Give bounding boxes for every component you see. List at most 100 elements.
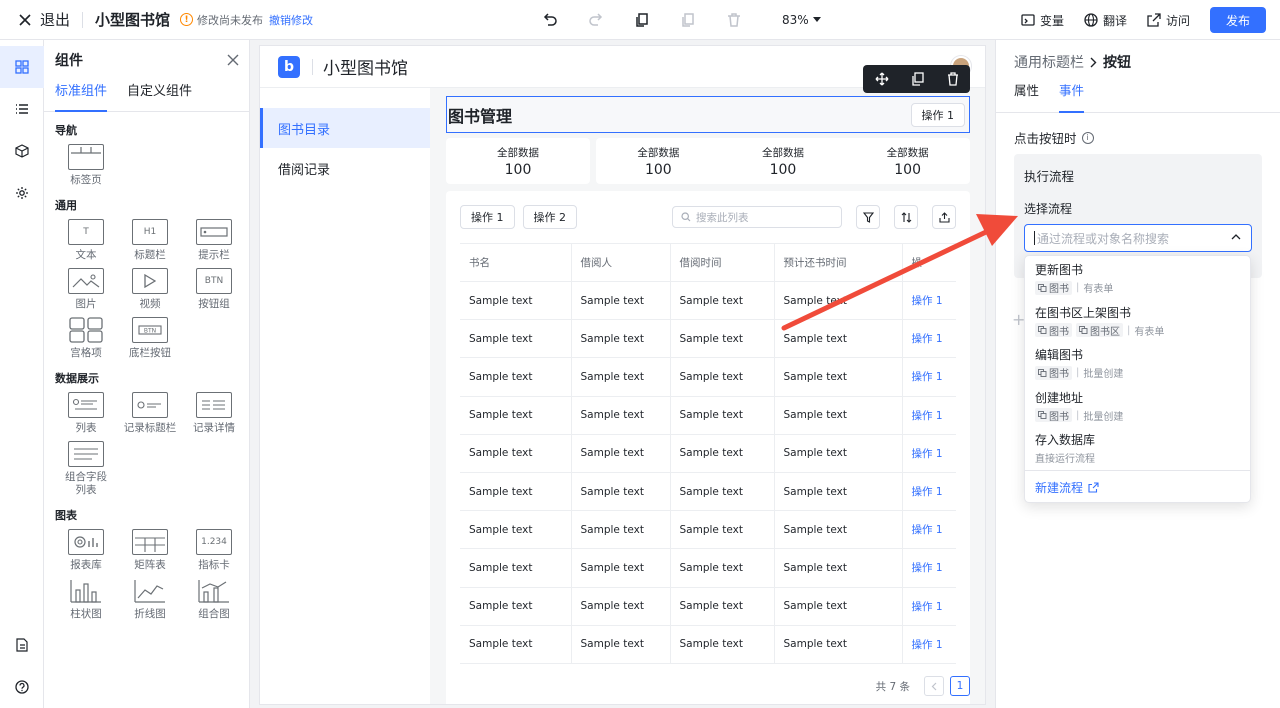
filter-icon[interactable] <box>856 205 880 229</box>
breadcrumb-parent[interactable]: 通用标题栏 <box>1014 52 1084 72</box>
component-title-bar[interactable]: H1 标题栏 <box>119 219 181 262</box>
component-metric-card[interactable]: 1.234 指标卡 <box>183 529 245 572</box>
table-row[interactable]: Sample text Sample text Sample text Sample … <box>460 281 956 321</box>
flow-option[interactable]: 编辑图书 图书 | 批量创建 <box>1025 341 1250 384</box>
column-header[interactable]: 借阅时间 <box>670 243 775 282</box>
table-row[interactable]: Sample text Sample text Sample text Sample … <box>460 357 956 397</box>
flow-option-name: 在图书区上架图书 <box>1035 305 1132 320</box>
undo-icon[interactable] <box>536 6 564 34</box>
row-action-link[interactable]: 操作 1 <box>902 434 956 473</box>
table-row[interactable]: Sample text Sample text Sample text Sample … <box>460 625 956 664</box>
table-cell: Sample text <box>460 396 572 435</box>
column-header[interactable]: 书名 <box>460 243 572 282</box>
row-action-link[interactable]: 操作 1 <box>902 587 956 626</box>
object-tag-label: 图书 <box>1049 326 1069 338</box>
component-grid-item[interactable]: 宫格项 <box>55 317 117 360</box>
row-action-link[interactable]: 操作 1 <box>902 625 956 664</box>
rail-docs[interactable] <box>0 624 44 666</box>
rail-outline[interactable] <box>0 88 44 130</box>
table-row[interactable]: Sample text Sample text Sample text Sample … <box>460 472 956 512</box>
zoom-select[interactable]: 83% <box>782 13 821 27</box>
redo-icon[interactable] <box>582 6 610 34</box>
component-button-group[interactable]: BTN 按钮组 <box>183 268 245 311</box>
variables-button[interactable]: 变量 <box>1021 12 1064 29</box>
table-cell: Sample text <box>774 625 903 664</box>
rail-settings[interactable] <box>0 172 44 214</box>
delete-icon[interactable] <box>720 6 748 34</box>
component-combined-field-list[interactable]: 组合字段 列表 <box>55 441 117 497</box>
component-text[interactable]: T 文本 <box>55 219 117 262</box>
tab-standard-components[interactable]: 标准组件 <box>55 80 108 112</box>
component-bottom-button[interactable]: BTN 底栏按钮 <box>119 317 181 360</box>
list-search-input[interactable]: 搜索此列表 <box>672 206 842 228</box>
component-list[interactable]: 列表 <box>55 392 117 435</box>
selected-title-bar[interactable]: 图书管理 操作 1 <box>446 96 970 133</box>
component-matrix-table[interactable]: 矩阵表 <box>119 529 181 572</box>
component-image[interactable]: 图片 <box>55 268 117 311</box>
close-icon[interactable] <box>227 54 239 66</box>
page-number-button[interactable]: 1 <box>950 676 970 696</box>
row-action-link[interactable]: 操作 1 <box>902 319 956 359</box>
translate-button[interactable]: 翻译 <box>1084 12 1127 29</box>
table-row[interactable]: Sample text Sample text Sample text Sample … <box>460 396 956 435</box>
component-record-title-bar[interactable]: 记录标题栏 <box>119 392 181 435</box>
duplicate-icon[interactable] <box>674 6 702 34</box>
visit-button[interactable]: 访问 <box>1147 12 1190 29</box>
table-row[interactable]: Sample text Sample text Sample text Sample … <box>460 434 956 473</box>
tab-events[interactable]: 事件 <box>1059 80 1085 113</box>
flow-search-input[interactable]: 通过流程或对象名称搜索 <box>1024 224 1252 252</box>
flow-option[interactable]: 在图书区上架图书图书 图书区 | 有表单 <box>1025 299 1250 342</box>
delete-icon[interactable] <box>947 72 959 86</box>
prev-page-button[interactable] <box>924 676 944 696</box>
tab-properties[interactable]: 属性 <box>1014 80 1039 112</box>
title-action-button[interactable]: 操作 1 <box>910 102 965 127</box>
table-row[interactable]: Sample text Sample text Sample text Sample … <box>460 510 956 550</box>
column-header[interactable]: 借阅人 <box>571 243 671 282</box>
move-icon[interactable] <box>875 72 889 86</box>
row-action-link[interactable]: 操作 1 <box>902 396 956 435</box>
heading-icon: H1 <box>132 219 168 245</box>
gear-icon <box>16 187 28 199</box>
line-chart-icon <box>132 578 168 604</box>
info-icon[interactable]: i <box>1081 131 1094 144</box>
flow-option[interactable]: 存入数据库 直接运行流程 <box>1025 426 1250 469</box>
row-action-link[interactable]: 操作 1 <box>902 510 956 550</box>
component-bar-chart[interactable]: 柱状图 <box>55 578 117 621</box>
list-action-1-button[interactable]: 操作 1 <box>460 205 515 229</box>
component-tip-bar[interactable]: 提示栏 <box>183 219 245 262</box>
rail-data[interactable] <box>0 130 44 172</box>
new-flow-link[interactable]: 新建流程 <box>1025 471 1250 504</box>
export-icon[interactable] <box>932 205 956 229</box>
nav-item-book-catalog[interactable]: 图书目录 <box>260 108 430 148</box>
nav-item-borrow-records[interactable]: 借阅记录 <box>260 148 430 188</box>
copy-icon[interactable] <box>628 6 656 34</box>
table-row[interactable]: Sample text Sample text Sample text Sample … <box>460 548 956 588</box>
rail-help[interactable] <box>0 666 44 708</box>
component-record-detail[interactable]: 记录详情 <box>183 392 245 435</box>
tab-custom-components[interactable]: 自定义组件 <box>127 80 192 111</box>
exit-button[interactable]: 退出 <box>18 9 70 30</box>
table-row[interactable]: Sample text Sample text Sample text Sample … <box>460 587 956 626</box>
object-tag-label: 图书 <box>1049 284 1069 295</box>
flow-option[interactable]: 创建地址 图书 | 批量创建 <box>1025 384 1250 427</box>
flow-option-meta: 图书 图书区 | 有表单 <box>1035 323 1240 338</box>
component-line-chart[interactable]: 折线图 <box>119 578 181 621</box>
flow-option[interactable]: 更新图书 图书 | 有表单 <box>1025 256 1250 299</box>
undo-changes-link[interactable]: 撤销修改 <box>269 12 313 28</box>
component-report-library[interactable]: 报表库 <box>55 529 117 572</box>
publish-button[interactable]: 发布 <box>1210 7 1266 33</box>
column-header[interactable]: 预计还书时间 <box>774 243 903 282</box>
row-action-link[interactable]: 操作 1 <box>902 548 956 588</box>
row-action-link[interactable]: 操作 1 <box>902 281 956 321</box>
component-tabs[interactable]: 标签页 <box>55 144 117 187</box>
copy-icon[interactable] <box>911 72 924 86</box>
table-row[interactable]: Sample text Sample text Sample text Sample … <box>460 319 956 359</box>
sort-icon[interactable] <box>894 205 918 229</box>
column-header[interactable]: 操 <box>902 243 956 282</box>
list-action-2-button[interactable]: 操作 2 <box>522 205 577 229</box>
component-video[interactable]: 视频 <box>119 268 181 311</box>
row-action-link[interactable]: 操作 1 <box>902 472 956 512</box>
row-action-link[interactable]: 操作 1 <box>902 357 956 397</box>
rail-components[interactable] <box>0 46 44 88</box>
component-combo-chart[interactable]: 组合图 <box>183 578 245 621</box>
